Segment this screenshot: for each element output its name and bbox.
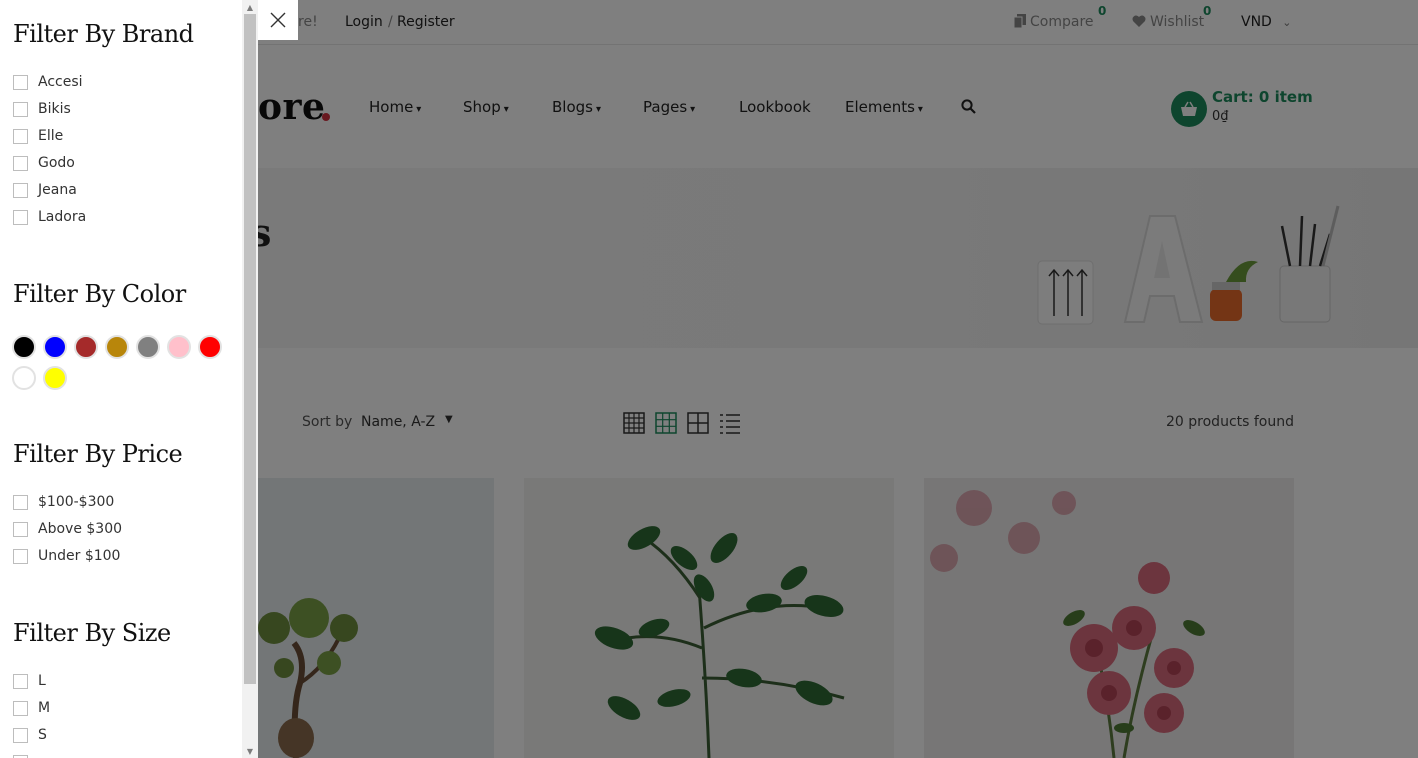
checkbox[interactable] xyxy=(13,128,28,144)
brand-option[interactable]: Bikis xyxy=(13,100,71,118)
filter-price-heading: Filter By Price xyxy=(13,440,183,468)
color-swatch[interactable] xyxy=(43,335,67,359)
color-swatch[interactable] xyxy=(74,335,98,359)
checkbox[interactable] xyxy=(13,521,28,537)
checkbox[interactable] xyxy=(13,74,28,90)
checkbox[interactable] xyxy=(13,494,28,510)
color-swatch[interactable] xyxy=(198,335,222,359)
filter-color-heading: Filter By Color xyxy=(13,280,186,308)
size-option-label: S xyxy=(38,727,47,743)
color-swatch[interactable] xyxy=(167,335,191,359)
checkbox[interactable] xyxy=(13,673,28,689)
brand-option-label: Accesi xyxy=(38,74,83,90)
size-option[interactable]: M xyxy=(13,699,50,717)
scrollbar-thumb[interactable] xyxy=(244,14,256,684)
scroll-down-icon[interactable]: ▼ xyxy=(244,746,256,758)
brand-option[interactable]: Elle xyxy=(13,127,63,145)
checkbox[interactable] xyxy=(13,754,28,758)
brand-option-label: Jeana xyxy=(38,182,77,198)
brand-option-label: Ladora xyxy=(38,209,87,225)
close-filter-button[interactable] xyxy=(258,0,298,40)
price-option-label: $100-$300 xyxy=(38,494,115,510)
color-swatch[interactable] xyxy=(12,335,36,359)
price-option[interactable]: $100-$300 xyxy=(13,493,114,511)
price-option[interactable]: Under $100 xyxy=(13,547,120,565)
price-option-label: Above $300 xyxy=(38,521,123,537)
brand-option-label: Bikis xyxy=(38,101,71,117)
checkbox[interactable] xyxy=(13,700,28,716)
color-swatch[interactable] xyxy=(136,335,160,359)
checkbox[interactable] xyxy=(13,155,28,171)
color-swatch[interactable] xyxy=(43,366,67,390)
filter-sidebar: Filter By Brand Accesi Bikis Elle Godo J… xyxy=(0,0,258,758)
checkbox[interactable] xyxy=(13,209,28,225)
size-option[interactable]: L xyxy=(13,672,46,690)
brand-option[interactable]: Ladora xyxy=(13,208,86,226)
price-option-label: Under $100 xyxy=(38,548,121,564)
checkbox[interactable] xyxy=(13,182,28,198)
checkbox[interactable] xyxy=(13,727,28,743)
brand-option[interactable]: Jeana xyxy=(13,181,77,199)
brand-option-label: Elle xyxy=(38,128,64,144)
color-swatch[interactable] xyxy=(105,335,129,359)
checkbox[interactable] xyxy=(13,101,28,117)
close-icon xyxy=(270,12,286,28)
size-option-partial[interactable] xyxy=(13,753,38,758)
size-option-label: L xyxy=(38,673,46,689)
brand-option[interactable]: Accesi xyxy=(13,73,83,91)
scroll-up-icon[interactable]: ▲ xyxy=(244,2,256,14)
brand-option[interactable]: Godo xyxy=(13,154,75,172)
price-option[interactable]: Above $300 xyxy=(13,520,122,538)
brand-option-label: Godo xyxy=(38,155,75,171)
color-swatch[interactable] xyxy=(12,366,36,390)
size-option-label: M xyxy=(38,700,51,716)
size-option[interactable]: S xyxy=(13,726,47,744)
filter-brand-heading: Filter By Brand xyxy=(13,20,194,48)
filter-scroll-area[interactable]: Filter By Brand Accesi Bikis Elle Godo J… xyxy=(0,0,242,758)
filter-size-heading: Filter By Size xyxy=(13,619,171,647)
checkbox[interactable] xyxy=(13,548,28,564)
